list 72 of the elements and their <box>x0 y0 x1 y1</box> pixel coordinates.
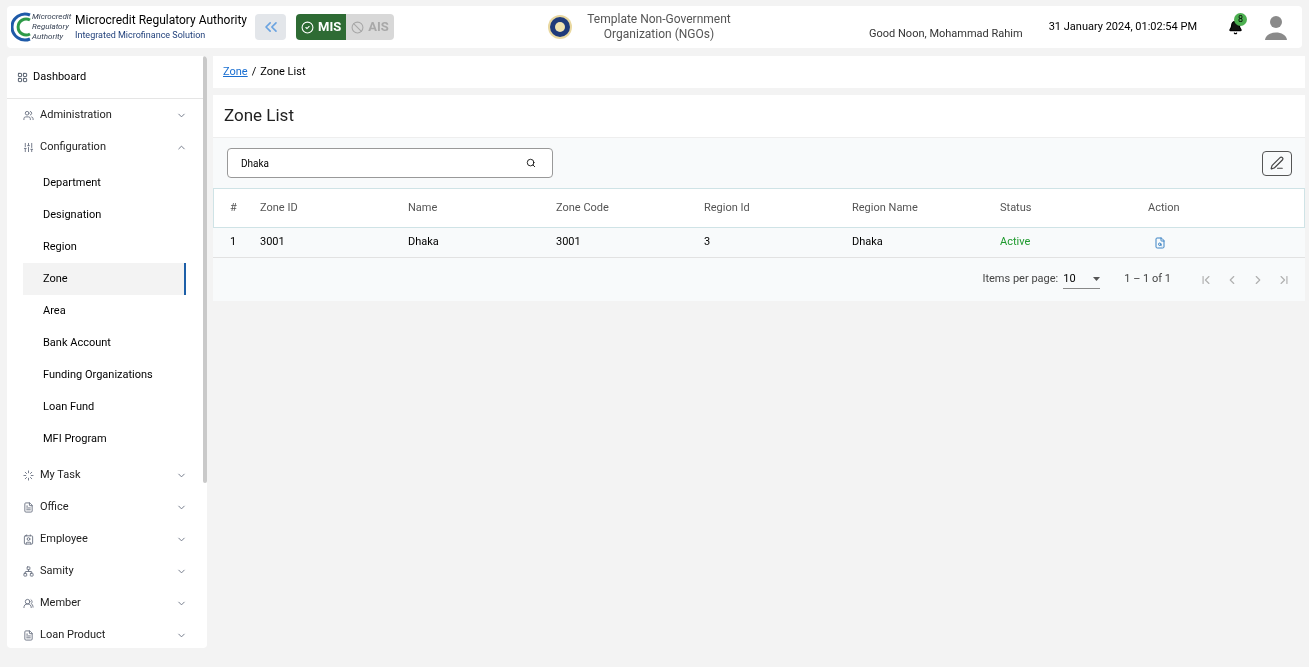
mode-tab[interactable]: MIS <box>296 14 347 40</box>
app-title: Microcredit Regulatory Authority <box>75 12 248 28</box>
menu-item[interactable]: My Task <box>7 459 207 491</box>
status-text: Active <box>1000 234 1032 251</box>
menu-item[interactable]: Configuration <box>7 131 207 163</box>
spinner-icon <box>23 469 34 481</box>
logo-text: Authority <box>32 32 65 42</box>
column-header: Status <box>1000 199 1033 216</box>
menu-item[interactable]: Samity <box>7 555 207 587</box>
avatar-icon[interactable] <box>1264 14 1288 40</box>
column-header: Action <box>1148 199 1181 216</box>
scrollbar[interactable] <box>203 56 207 483</box>
logo-arcs-icon <box>11 12 31 42</box>
breadcrumb-current: Zone List <box>260 63 306 80</box>
search-field[interactable]: Dhaka <box>227 148 553 178</box>
grid-icon <box>17 71 28 83</box>
breadcrumb-separator: / <box>251 63 257 80</box>
table-cell-text: 3 <box>704 234 712 251</box>
submenu-item[interactable]: Area <box>23 295 186 327</box>
ban-icon <box>351 20 365 34</box>
edit-columns-button[interactable] <box>1262 150 1292 176</box>
table-cell-text: Dhaka <box>852 234 884 251</box>
table-cell-text: 1 <box>230 234 238 251</box>
submenu-item[interactable]: Zone <box>23 263 186 295</box>
collapse-button[interactable] <box>255 14 287 40</box>
search-icon <box>526 158 536 168</box>
submenu-item[interactable]: Bank Account <box>23 327 186 359</box>
submenu-item[interactable]: Department <box>23 167 186 199</box>
app-subtitle: Integrated Microfinance Solution <box>75 29 207 42</box>
dashboard-link[interactable]: Dashboard <box>33 68 87 86</box>
submenu-item[interactable]: Loan Fund <box>23 391 186 423</box>
table-cell-text: 3001 <box>260 234 286 251</box>
page-title: Zone List <box>224 104 294 128</box>
column-header: Zone Code <box>556 199 610 216</box>
contact-card-icon <box>23 533 34 545</box>
seal-icon <box>547 14 573 40</box>
logo-text: Regulatory <box>32 22 70 32</box>
menu-item[interactable]: Office <box>7 491 207 523</box>
items-per-page-label: Items per page: <box>982 271 1059 288</box>
document-icon[interactable] <box>1154 236 1166 249</box>
sliders-icon <box>23 141 34 153</box>
document-icon <box>23 501 34 513</box>
network-icon <box>23 565 34 577</box>
column-header: # <box>230 199 238 216</box>
document-icon <box>23 629 34 641</box>
breadcrumb-link[interactable]: Zone <box>223 63 248 81</box>
date-time: 31 January 2024, 01:02:54 PM <box>1048 18 1197 35</box>
greeting: Good Noon, Mohammad Rahim <box>869 25 1023 42</box>
table-cell-text: Dhaka <box>408 234 440 251</box>
submenu-item[interactable]: MFI Program <box>23 423 186 455</box>
dropdown-icon <box>1093 277 1101 281</box>
edit-columns-icon <box>1270 156 1284 170</box>
column-header: Region Id <box>704 199 751 216</box>
submenu-item[interactable]: Funding Organizations <box>23 359 186 391</box>
column-header: Region Name <box>852 199 919 216</box>
organization-name: Template Non-Government Organization (NGOs) <box>586 12 732 42</box>
check-icon <box>301 20 315 34</box>
menu-item[interactable]: Loan Product <box>7 619 207 648</box>
page-size-select[interactable]: 10 <box>1063 270 1101 289</box>
menu-item[interactable]: Member <box>7 587 207 619</box>
table-cell-text: 3001 <box>556 234 582 251</box>
users-icon <box>23 109 34 121</box>
page-range: 1 – 1 of 1 <box>1124 271 1171 288</box>
logo-text: Microcredit <box>32 12 72 22</box>
menu-item[interactable]: Employee <box>7 523 207 555</box>
menu-item[interactable]: Administration <box>7 99 207 131</box>
column-header: Name <box>408 199 439 216</box>
submenu-item[interactable]: Region <box>23 231 186 263</box>
users-icon <box>23 597 34 609</box>
submenu-item[interactable]: Designation <box>23 199 186 231</box>
column-header: Zone ID <box>260 199 299 216</box>
notification-count: 8 <box>1234 13 1247 26</box>
